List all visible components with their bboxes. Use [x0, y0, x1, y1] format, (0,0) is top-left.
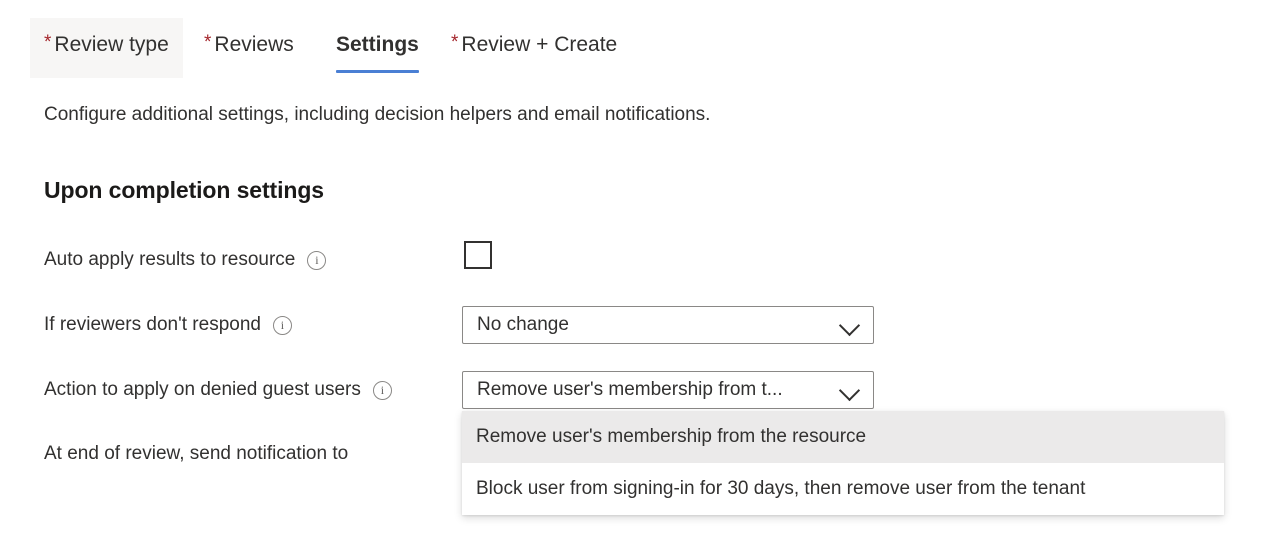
auto-apply-checkbox[interactable] [464, 241, 492, 269]
required-asterisk-icon: * [451, 32, 459, 53]
no-respond-label-group: If reviewers don't respond [44, 312, 292, 338]
no-respond-dropdown-value: No change [477, 314, 569, 335]
page-description: Configure additional settings, including… [44, 104, 711, 125]
required-asterisk-icon: * [204, 32, 212, 53]
info-icon[interactable] [307, 250, 327, 270]
denied-guest-dropdown-value: Remove user's membership from t... [477, 379, 783, 400]
denied-guest-label: Action to apply on denied guest users [44, 379, 361, 400]
tab-review-type[interactable]: * Review type [30, 18, 183, 78]
auto-apply-label-group: Auto apply results to resource [44, 247, 327, 273]
tab-label: Reviews [214, 33, 294, 56]
chevron-down-icon [837, 377, 863, 403]
auto-apply-label: Auto apply results to resource [44, 249, 296, 270]
info-icon[interactable] [272, 315, 292, 335]
page-section-heading: Upon completion settings [44, 177, 324, 203]
notification-label-group: At end of review, send notification to [44, 441, 360, 467]
active-tab-underline [336, 70, 419, 73]
tab-review-create[interactable]: * Review + Create [437, 18, 631, 78]
tab-label: Review type [54, 33, 169, 56]
option-label: Remove user's membership from the resour… [476, 426, 867, 447]
no-respond-dropdown[interactable]: No change [462, 306, 874, 344]
denied-guest-label-group: Action to apply on denied guest users [44, 377, 392, 403]
denied-guest-dropdown[interactable]: Remove user's membership from t... [462, 371, 874, 409]
notification-label: At end of review, send notification to [44, 443, 349, 464]
tab-reviews[interactable]: * Reviews [190, 18, 308, 78]
no-respond-label: If reviewers don't respond [44, 314, 261, 335]
tab-label: Review + Create [461, 33, 618, 56]
chevron-down-icon [837, 312, 863, 338]
wizard-tab-strip: * Review type * Reviews Settings * Revie… [0, 18, 1282, 78]
list-item[interactable]: Block user from signing-in for 30 days, … [462, 463, 1224, 515]
info-icon[interactable] [372, 380, 392, 400]
option-label: Block user from signing-in for 30 days, … [476, 478, 1086, 499]
tab-label: Settings [336, 33, 419, 56]
tab-settings[interactable]: Settings [322, 18, 433, 78]
required-asterisk-icon: * [44, 32, 52, 53]
denied-guest-dropdown-options: Remove user's membership from the resour… [462, 411, 1224, 515]
list-item[interactable]: Remove user's membership from the resour… [462, 411, 1224, 463]
